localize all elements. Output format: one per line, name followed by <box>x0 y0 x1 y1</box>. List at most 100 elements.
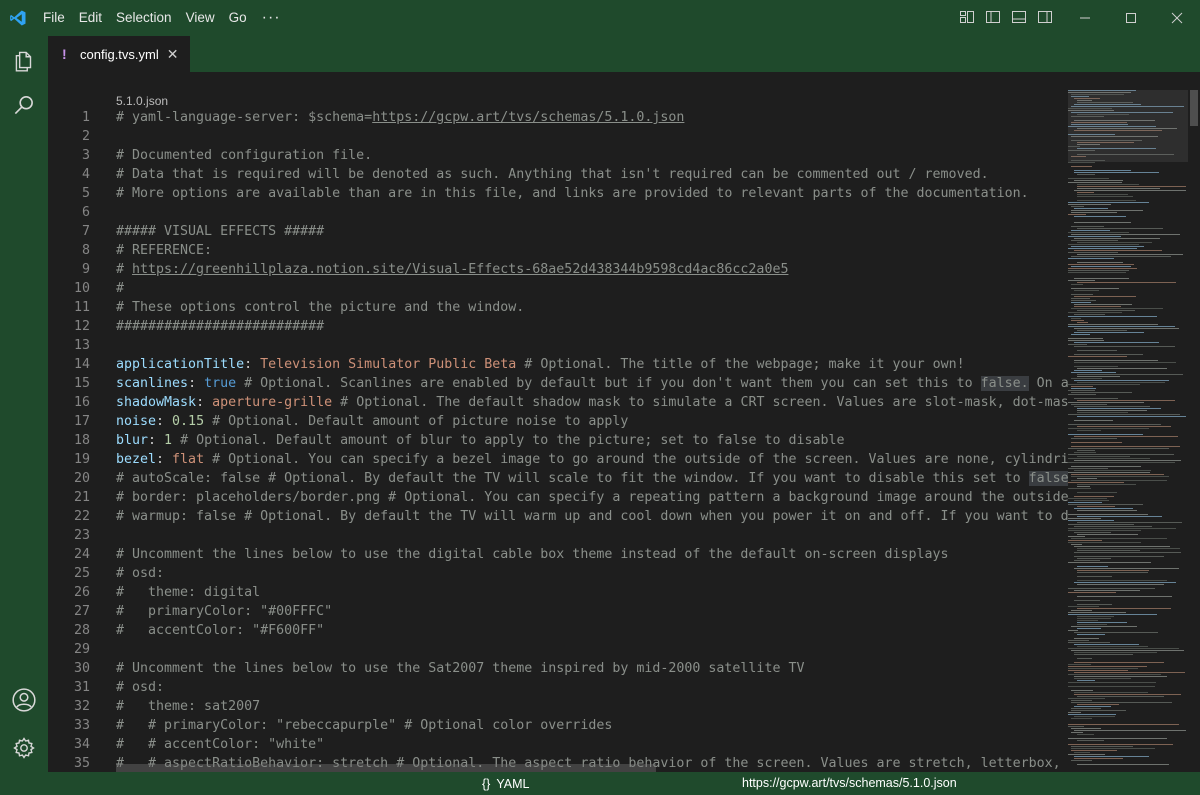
code-line[interactable]: 9 # https://greenhillplaza.notion.site/Vi… <box>48 260 1068 279</box>
code-editor[interactable]: 5.1.0.json 1 # yaml-language-server: $sch… <box>48 72 1200 772</box>
line-number: 13 <box>73 338 90 353</box>
code-line[interactable]: 23 <box>48 526 1068 545</box>
minimap-line <box>1077 200 1136 201</box>
code-line[interactable]: 29 <box>48 640 1068 659</box>
schema-status[interactable]: https://gcpw.art/tvs/schemas/5.1.0.json <box>742 772 957 795</box>
code-line[interactable]: 34 # # accentColor: "white" <box>48 735 1068 754</box>
toggle-secondary-sidebar-icon[interactable] <box>1036 8 1054 26</box>
customize-layout-icon[interactable] <box>958 8 976 26</box>
minimap-line <box>1077 194 1128 195</box>
code-line[interactable]: 20 # autoScale: false # Optional. By defa… <box>48 469 1068 488</box>
vertical-scrollbar[interactable] <box>1188 72 1200 772</box>
minimap-line <box>1071 256 1171 257</box>
code-line[interactable]: 5 # More options are available than are i… <box>48 184 1068 203</box>
code-token: # primaryColor: "#00FFFC" <box>116 604 333 619</box>
code-line[interactable]: 31 # osd: <box>48 678 1068 697</box>
minimap-line <box>1074 556 1164 557</box>
code-line[interactable]: 10 # <box>48 279 1068 298</box>
code-line[interactable]: 19 bezel: flat # Optional. You can specif… <box>48 450 1068 469</box>
minimap-line <box>1068 252 1118 253</box>
code-token: # theme: sat2007 <box>116 699 261 714</box>
close-tab-icon[interactable]: ✕ <box>167 46 179 63</box>
line-content: # theme: digital <box>116 583 260 602</box>
tab-config-tvs-yml[interactable]: ! config.tvs.yml ✕ <box>48 36 190 72</box>
minimap-line <box>1068 738 1167 739</box>
code-token: true <box>204 376 237 391</box>
minimap-line <box>1068 428 1149 429</box>
minimap-slider[interactable] <box>1068 90 1188 162</box>
minimap-line <box>1071 442 1122 443</box>
code-token: # Uncomment the lines below to use the d… <box>116 547 949 562</box>
code-line[interactable]: 14 applicationTitle: Television Simulator… <box>48 355 1068 374</box>
minimap-line <box>1074 436 1178 437</box>
explorer-icon[interactable] <box>0 38 48 82</box>
code-line[interactable]: 7 ##### VISUAL EFFECTS ##### <box>48 222 1068 241</box>
settings-gear-icon[interactable] <box>0 726 48 770</box>
toggle-primary-sidebar-icon[interactable] <box>984 8 1002 26</box>
minimap-line <box>1071 386 1093 387</box>
minimap-line <box>1077 400 1175 401</box>
minimize-icon[interactable] <box>1062 0 1108 36</box>
code-line[interactable]: 22 # warmup: false # Optional. By default… <box>48 507 1068 526</box>
minimap-line <box>1071 226 1104 227</box>
code-token: ##### VISUAL EFFECTS ##### <box>116 224 325 239</box>
maximize-icon[interactable] <box>1108 0 1154 36</box>
minimap-line <box>1074 328 1179 329</box>
code-line[interactable]: 12 ########################## <box>48 317 1068 336</box>
menu-file[interactable]: File <box>36 0 72 36</box>
minimap-line <box>1077 186 1186 187</box>
line-content: ########################## <box>116 317 324 336</box>
menu-view[interactable]: View <box>179 0 222 36</box>
code-line[interactable]: 15 scanlines: true # Optional. Scanlines … <box>48 374 1068 393</box>
code-token: # # primaryColor: "rebeccapurple" # Opti… <box>116 718 613 733</box>
account-icon[interactable] <box>0 678 48 722</box>
code-line[interactable]: 1 # yaml-language-server: $schema=https:/… <box>48 108 1068 127</box>
code-line[interactable]: 28 # accentColor: "#F600FF" <box>48 621 1068 640</box>
code-token: # Documented configuration file. <box>116 148 373 163</box>
line-number: 11 <box>73 300 90 315</box>
code-line[interactable]: 30 # Uncomment the lines below to use the… <box>48 659 1068 678</box>
scrollbar-thumb[interactable] <box>1190 90 1198 126</box>
menu-selection[interactable]: Selection <box>109 0 179 36</box>
search-icon[interactable] <box>0 84 48 128</box>
code-line[interactable]: 2 <box>48 127 1068 146</box>
language-mode[interactable]: {} YAML <box>482 772 529 795</box>
more-menu-icon[interactable]: ··· <box>254 9 289 27</box>
line-content: # These options control the picture and … <box>116 298 524 317</box>
minimap-line <box>1068 356 1127 357</box>
code-line[interactable]: 17 noise: 0.15 # Optional. Default amount… <box>48 412 1068 431</box>
menu-go[interactable]: Go <box>222 0 254 36</box>
minimap-line <box>1074 672 1185 673</box>
code-line[interactable]: 18 blur: 1 # Optional. Default amount of … <box>48 431 1068 450</box>
close-window-icon[interactable] <box>1154 0 1200 36</box>
code-line[interactable]: 6 <box>48 203 1068 222</box>
menu-edit[interactable]: Edit <box>72 0 109 36</box>
minimap-line <box>1071 212 1117 213</box>
code-lines[interactable]: 1 # yaml-language-server: $schema=https:/… <box>48 108 1068 772</box>
minimap-line <box>1071 538 1167 539</box>
code-line[interactable]: 24 # Uncomment the lines below to use the… <box>48 545 1068 564</box>
minimap-line <box>1077 412 1128 413</box>
horizontal-scrollbar[interactable] <box>116 764 656 772</box>
code-line[interactable]: 27 # primaryColor: "#00FFFC" <box>48 602 1068 621</box>
minimap-line <box>1074 360 1158 361</box>
schema-codelens[interactable]: 5.1.0.json <box>116 94 168 108</box>
code-line[interactable]: 8 # REFERENCE: <box>48 241 1068 260</box>
code-line[interactable]: 21 # border: placeholders/border.png # Op… <box>48 488 1068 507</box>
minimap-line <box>1074 546 1170 547</box>
code-line[interactable]: 13 <box>48 336 1068 355</box>
code-line[interactable]: 32 # theme: sat2007 <box>48 697 1068 716</box>
code-line[interactable]: 16 shadowMask: aperture-grille # Optional… <box>48 393 1068 412</box>
code-line[interactable]: 4 # Data that is required will be denoted… <box>48 165 1068 184</box>
minimap-line <box>1068 472 1150 473</box>
minimap-line <box>1071 732 1083 733</box>
minimap[interactable] <box>1068 90 1188 772</box>
code-line[interactable]: 33 # # primaryColor: "rebeccapurple" # Op… <box>48 716 1068 735</box>
code-line[interactable]: 25 # osd: <box>48 564 1068 583</box>
line-number: 34 <box>73 737 90 752</box>
code-line[interactable]: 3 # Documented configuration file. <box>48 146 1068 165</box>
code-line[interactable]: 26 # theme: digital <box>48 583 1068 602</box>
code-line[interactable]: 11 # These options control the picture an… <box>48 298 1068 317</box>
minimap-line <box>1068 744 1173 745</box>
toggle-panel-icon[interactable] <box>1010 8 1028 26</box>
